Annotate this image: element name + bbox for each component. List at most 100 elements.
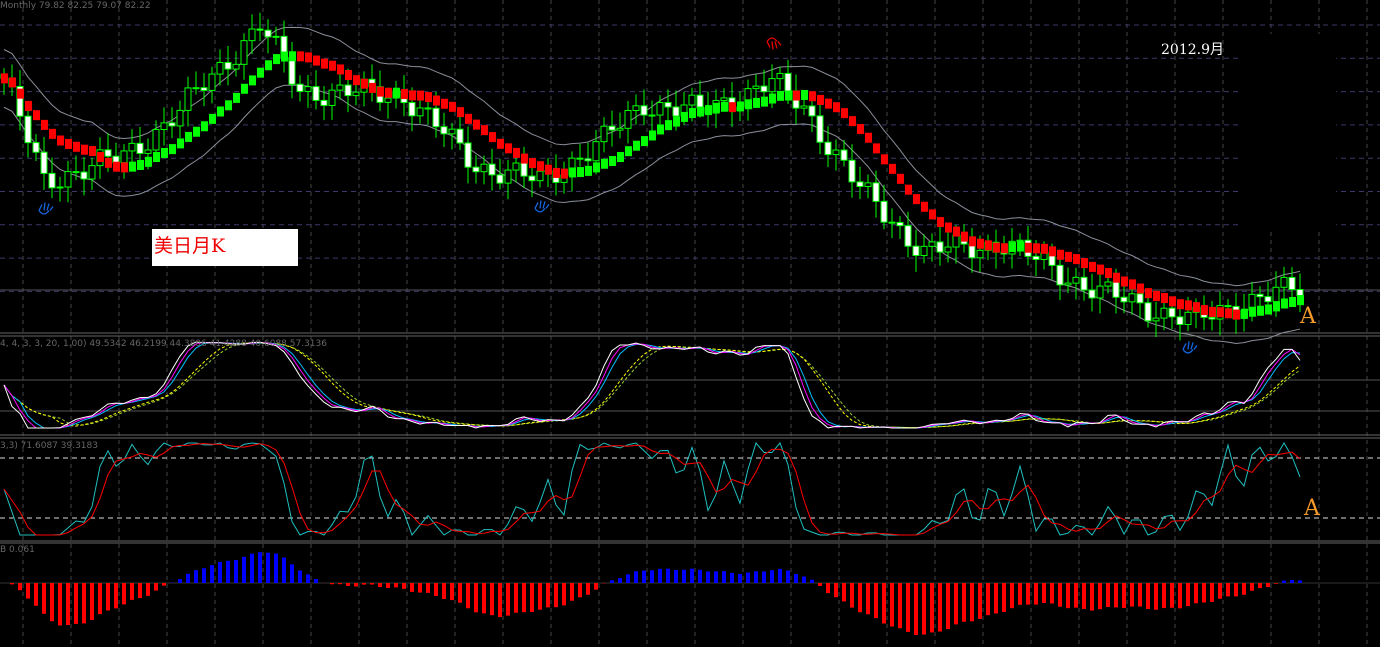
trend-block bbox=[969, 236, 976, 247]
candle-body bbox=[1168, 307, 1176, 318]
trend-block bbox=[193, 126, 200, 137]
candle-body bbox=[472, 166, 480, 173]
hist-bar bbox=[1218, 583, 1222, 599]
candle-body bbox=[80, 171, 88, 180]
hist-bar bbox=[410, 583, 414, 592]
trend-block bbox=[9, 77, 16, 88]
candle-body bbox=[880, 200, 888, 223]
candle-body bbox=[240, 40, 248, 65]
hist-bar bbox=[258, 552, 262, 583]
hist-bar bbox=[466, 583, 470, 609]
hist-bar bbox=[810, 579, 814, 583]
trend-block bbox=[201, 121, 208, 132]
hist-bar bbox=[994, 583, 998, 614]
candle-body bbox=[536, 170, 544, 182]
trend-block bbox=[513, 147, 520, 158]
candle-body bbox=[672, 106, 680, 117]
hist-bar bbox=[986, 583, 990, 616]
candle-body bbox=[1120, 296, 1128, 303]
trend-block bbox=[505, 143, 512, 154]
candle-body bbox=[752, 85, 760, 90]
hist-bar bbox=[1026, 583, 1030, 605]
hist-bar bbox=[442, 583, 446, 600]
candle-body bbox=[448, 128, 456, 135]
hist-bar bbox=[1202, 583, 1206, 603]
osc2-d-line bbox=[3, 443, 1301, 536]
trend-block bbox=[153, 152, 160, 163]
hist-bar bbox=[826, 583, 830, 594]
trend-block bbox=[57, 135, 64, 146]
hist-bar bbox=[642, 570, 646, 583]
trend-block bbox=[825, 98, 832, 109]
trend-block bbox=[281, 51, 288, 62]
hist-bar bbox=[58, 583, 62, 626]
trend-block bbox=[225, 100, 232, 111]
candle-body bbox=[944, 246, 952, 253]
candle-body bbox=[768, 78, 776, 93]
trend-block bbox=[865, 132, 872, 143]
trend-block bbox=[1025, 242, 1032, 253]
hist-bar bbox=[450, 583, 454, 601]
candle-body bbox=[24, 115, 32, 144]
hist-bar bbox=[970, 583, 974, 622]
trend-block bbox=[553, 167, 560, 178]
trend-block bbox=[217, 106, 224, 117]
hist-bar bbox=[218, 561, 222, 583]
hist-bar bbox=[882, 583, 886, 624]
trend-block bbox=[697, 106, 704, 117]
trend-block bbox=[249, 75, 256, 86]
candle-body bbox=[136, 142, 144, 154]
trend-block bbox=[801, 89, 808, 100]
candle-body bbox=[1208, 316, 1216, 320]
hist-bar bbox=[738, 573, 742, 583]
hist-bar bbox=[362, 583, 366, 585]
trend-block bbox=[409, 90, 416, 101]
trend-block bbox=[1273, 301, 1280, 312]
trend-block bbox=[977, 238, 984, 249]
hist-bar bbox=[682, 569, 686, 583]
trend-block bbox=[1265, 304, 1272, 315]
hist-bar bbox=[1210, 583, 1214, 602]
hist-bar bbox=[346, 583, 350, 586]
candle-body bbox=[32, 142, 40, 153]
candle-body bbox=[600, 125, 608, 143]
trend-block bbox=[1057, 249, 1064, 260]
main-legend: Monthly 79.82 82.25 79.07 82.22 bbox=[0, 1, 151, 11]
trend-block bbox=[497, 138, 504, 149]
trend-block bbox=[185, 131, 192, 142]
trend-block bbox=[377, 86, 384, 97]
candle-body bbox=[176, 109, 184, 127]
trend-block bbox=[881, 154, 888, 165]
trend-block bbox=[1121, 276, 1128, 287]
trend-block bbox=[1137, 283, 1144, 294]
trend-block bbox=[1017, 241, 1024, 252]
hist-bar bbox=[1130, 583, 1134, 607]
candle-body bbox=[808, 105, 816, 117]
hist-bar bbox=[706, 571, 710, 583]
price-chart[interactable] bbox=[0, 0, 1380, 647]
trend-block bbox=[1145, 288, 1152, 299]
trend-block bbox=[1105, 267, 1112, 278]
hist-bar bbox=[50, 583, 54, 622]
hist-bar bbox=[426, 583, 430, 593]
hist-bar bbox=[10, 583, 14, 585]
trend-block bbox=[401, 89, 408, 100]
trend-block bbox=[257, 67, 264, 78]
hist-bar bbox=[106, 583, 110, 611]
hist-bar bbox=[850, 583, 854, 608]
candle-body bbox=[416, 107, 424, 117]
hist-bar bbox=[834, 583, 838, 598]
trend-block bbox=[689, 108, 696, 119]
trend-block bbox=[145, 156, 152, 167]
hist-bar bbox=[242, 556, 246, 583]
trend-block bbox=[601, 158, 608, 169]
hist-bar bbox=[658, 568, 662, 583]
candle-body bbox=[608, 125, 616, 131]
osc1-line-green bbox=[3, 342, 1301, 429]
candle-body bbox=[816, 115, 824, 143]
trend-block bbox=[609, 156, 616, 167]
hist-bar bbox=[122, 583, 126, 605]
hist-bar bbox=[1146, 583, 1150, 610]
hist-bar bbox=[594, 583, 598, 590]
candle-body bbox=[920, 245, 928, 256]
